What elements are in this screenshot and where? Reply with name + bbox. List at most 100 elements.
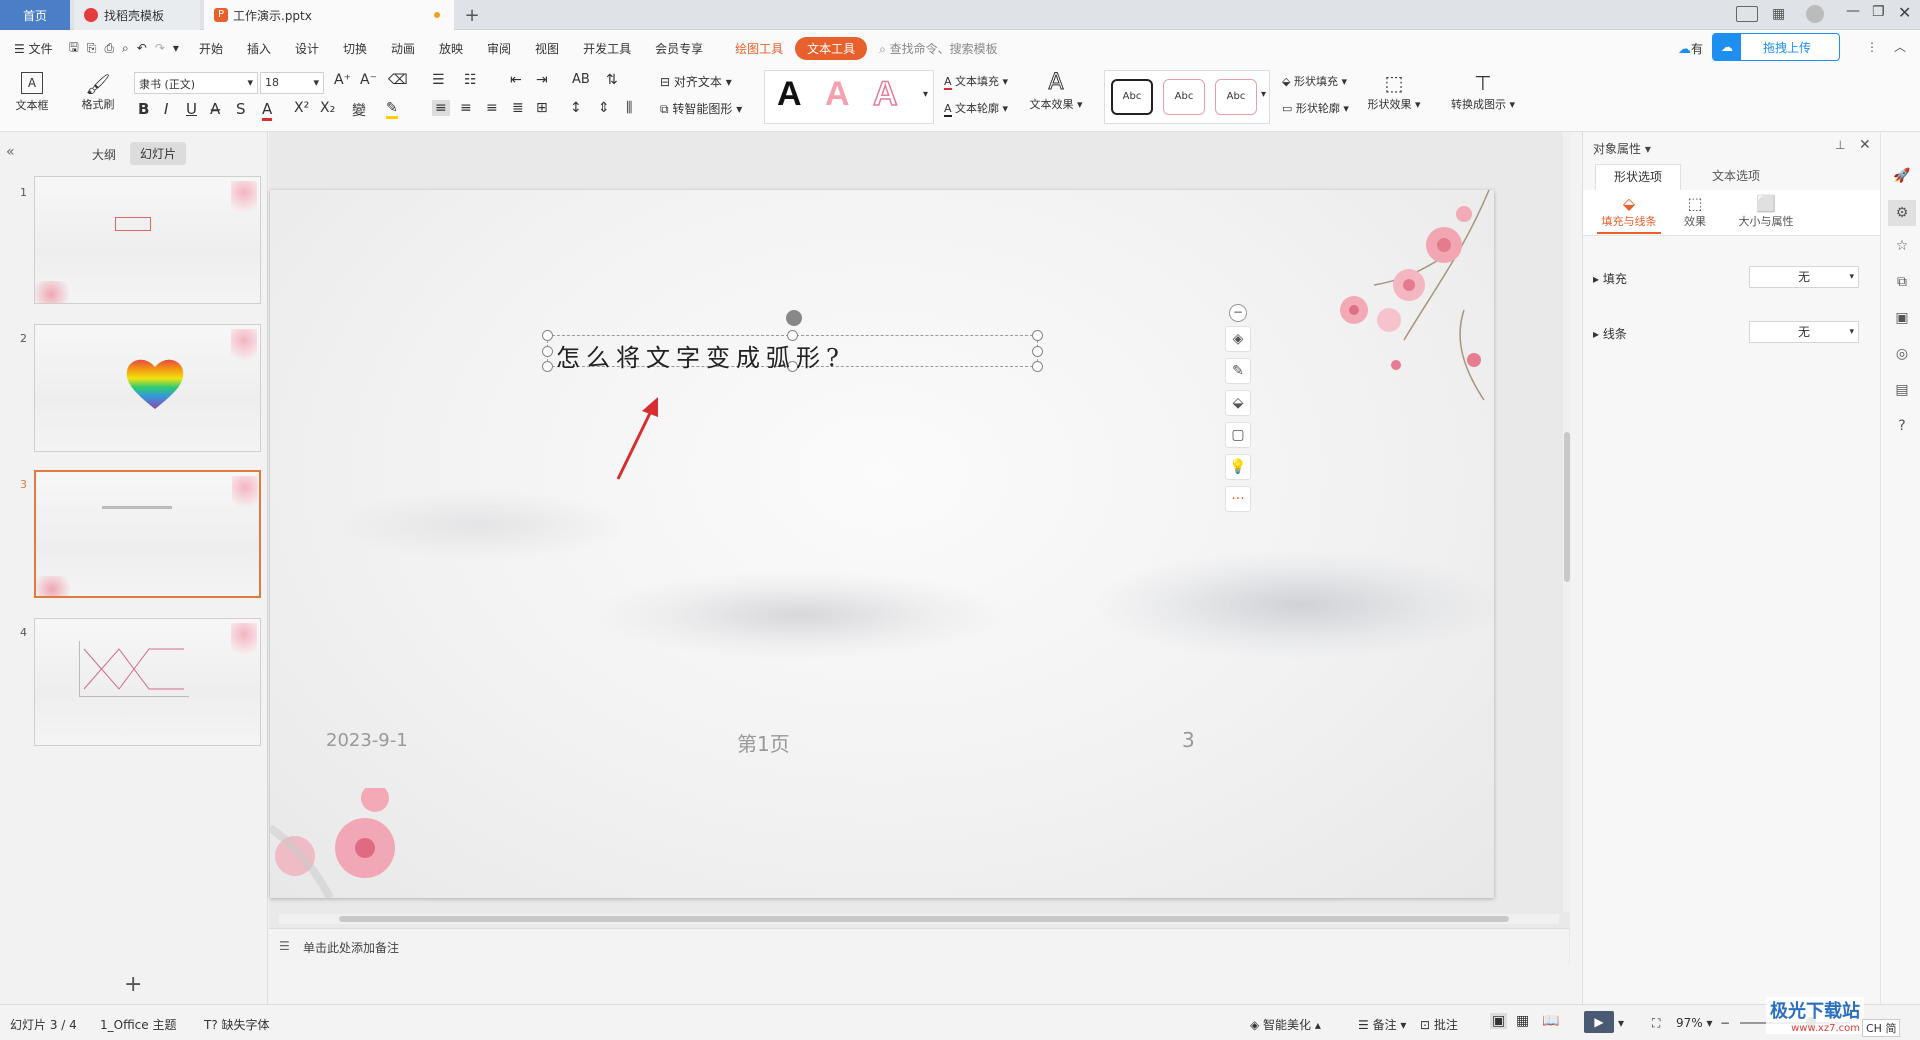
line-spacing-icon[interactable]: ↕ (570, 100, 582, 116)
smart-beautify-button[interactable]: ◈ 智能美化 ▴ (1250, 1016, 1321, 1033)
theme-name[interactable]: 1_Office 主题 (100, 1016, 176, 1033)
justify-icon[interactable]: ≣ (512, 100, 524, 116)
new-tab-button[interactable]: + (460, 0, 484, 30)
increase-indent-icon[interactable]: ⇥ (536, 72, 548, 88)
fit-window-icon[interactable]: ⛶ (1652, 1016, 1660, 1031)
fill-icon[interactable]: ⬙ (1225, 390, 1251, 416)
missing-font-button[interactable]: T? 缺失字体 (204, 1016, 270, 1033)
tab-home[interactable]: 首页 (0, 0, 70, 30)
menu-item-developer[interactable]: 开发工具 (571, 40, 643, 57)
resize-handle-mr[interactable] (1032, 346, 1043, 357)
slide-title-text[interactable]: 怎么将文字变成弧形? (556, 338, 845, 373)
close-icon[interactable]: ✕ (1898, 3, 1911, 22)
resize-handle-tl[interactable] (542, 330, 553, 341)
menu-item-member[interactable]: 会员专享 (643, 40, 715, 57)
tab-slides[interactable]: 幻灯片 (130, 142, 187, 165)
font-name-select[interactable]: 隶书 (正文) ▾ (134, 72, 258, 94)
gallery-expand-icon[interactable]: ▾ (1261, 89, 1266, 100)
slide-page-number[interactable]: 3 (1182, 728, 1195, 752)
collapse-ribbon-icon[interactable]: ︿ (1894, 38, 1906, 55)
resize-handle-ml[interactable] (542, 346, 553, 357)
bold-icon[interactable]: B (138, 100, 149, 118)
para-spacing-icon[interactable]: ⇕ (598, 100, 610, 116)
grow-font-icon[interactable]: A⁺ (334, 72, 351, 88)
sub-tab-effect[interactable]: ⬚ 效果 (1675, 194, 1715, 229)
collapse-float-icon[interactable]: − (1229, 304, 1247, 322)
font-color-icon[interactable]: A (262, 100, 273, 121)
text-outline-button[interactable]: A 文本轮廓 ▾ (944, 100, 1008, 117)
resize-handle-tr[interactable] (1032, 330, 1043, 341)
sort-icon[interactable]: ⇅ (606, 72, 618, 88)
strike-icon[interactable]: A̶ (210, 100, 220, 118)
align-right-icon[interactable]: ≡ (486, 100, 498, 116)
text-direction-icon[interactable]: AB (572, 72, 590, 87)
slide-thumbnail-3-selected[interactable] (34, 470, 261, 598)
phonetic-icon[interactable]: 變 (352, 100, 366, 120)
slide-thumbnail-2[interactable] (34, 324, 261, 452)
shape-effect-button[interactable]: ⬚ 形状效果 ▾ (1364, 70, 1424, 112)
frame-icon[interactable]: ▢ (1225, 422, 1251, 448)
sub-tab-fill-line[interactable]: ⬙ 填充与线条 (1597, 194, 1661, 234)
shape-style-1[interactable]: Abc (1111, 79, 1153, 115)
notes-bar[interactable]: ☰ 单击此处添加备注 (269, 928, 1569, 964)
quick-save-icon[interactable]: 🖫 (65, 38, 83, 59)
quick-more-icon[interactable]: ▾ (169, 41, 187, 55)
resize-handle-bl[interactable] (542, 361, 553, 372)
animation-icon[interactable]: ☆ (1893, 238, 1911, 256)
italic-icon[interactable]: I (164, 100, 168, 118)
align-left-icon[interactable]: ≡ (432, 100, 450, 116)
bullet-list-icon[interactable]: ☰ (432, 72, 445, 88)
menu-item-start[interactable]: 开始 (187, 40, 235, 57)
add-slide-button[interactable]: + (124, 972, 142, 997)
format-painter-button[interactable]: 🖌 格式刷 (78, 72, 118, 112)
redo-icon[interactable]: ↷ (151, 41, 169, 55)
image-icon[interactable]: ▣ (1893, 310, 1911, 328)
print-icon[interactable]: ⎙ (100, 41, 118, 56)
cloud-sync-icon[interactable]: ☁有 (1678, 40, 1703, 57)
menu-item-text-tools[interactable]: 文本工具 (795, 36, 868, 60)
number-list-icon[interactable]: ☷ (464, 72, 477, 88)
line-section[interactable]: ▸ 线条 (1593, 325, 1627, 342)
slide-footer-date[interactable]: 2023-9-1 (326, 730, 408, 751)
comments-toggle[interactable]: ⊡ 批注 (1420, 1016, 1458, 1033)
reading-view-icon[interactable]: 📖 (1542, 1013, 1559, 1029)
pen-icon[interactable]: ✎ (1225, 358, 1251, 384)
resize-handle-br[interactable] (1032, 361, 1043, 372)
font-size-select[interactable]: 18 ▾ (260, 72, 324, 94)
shape-fill-button[interactable]: ⬙ 形状填充 ▾ (1282, 73, 1347, 89)
text-effect-button[interactable]: A 文本效果 ▾ (1028, 70, 1084, 112)
shadow-icon[interactable]: S (236, 100, 246, 118)
underline-icon[interactable]: U (186, 100, 197, 118)
line-select[interactable]: 无 ▾ (1749, 321, 1859, 343)
wordart-pink[interactable]: A (825, 75, 850, 114)
slide-editor[interactable]: 怎么将文字变成弧形? 2023-9-1 第1页 3 (270, 190, 1494, 898)
search-command[interactable]: ⌕ 查找命令、搜索模板 (867, 40, 1010, 57)
align-text-button[interactable]: ⊟ 对齐文本 ▾ (660, 73, 732, 90)
clear-format-icon[interactable]: ⌫ (388, 72, 408, 88)
slide-thumbnail-1[interactable] (34, 176, 261, 304)
menu-item-insert[interactable]: 插入 (235, 40, 283, 57)
menu-item-slideshow[interactable]: 放映 (427, 40, 475, 57)
menu-item-view[interactable]: 视图 (523, 40, 571, 57)
rocket-icon[interactable]: 🚀 (1893, 168, 1911, 186)
wordart-black[interactable]: A (777, 75, 802, 114)
preview-icon[interactable]: ⌕ (118, 41, 133, 56)
zoom-out-icon[interactable]: − (1720, 1016, 1730, 1030)
shape-style-2[interactable]: Abc (1163, 79, 1205, 115)
sub-tab-size[interactable]: ⬜ 大小与属性 (1731, 194, 1801, 229)
slide-footer-page[interactable]: 第1页 (737, 728, 790, 757)
decrease-indent-icon[interactable]: ⇤ (510, 72, 522, 88)
tab-document[interactable]: P 工作演示.pptx (204, 0, 454, 30)
layers-icon[interactable]: ◈ (1225, 326, 1251, 352)
menu-item-design[interactable]: 设计 (283, 40, 331, 57)
subscript-icon[interactable]: X₂ (320, 100, 335, 116)
superscript-icon[interactable]: X² (294, 100, 309, 116)
gallery-expand-icon[interactable]: ▾ (923, 89, 928, 100)
avatar[interactable] (1806, 5, 1824, 23)
menu-item-transition[interactable]: 切换 (331, 40, 379, 57)
shrink-font-icon[interactable]: A⁻ (360, 72, 377, 88)
menu-item-animation[interactable]: 动画 (379, 40, 427, 57)
file-menu[interactable]: ☰ 文件 (0, 40, 65, 57)
upload-button[interactable]: ☁ 拖拽上传 (1712, 33, 1840, 61)
sorter-view-icon[interactable]: ▦ (1516, 1013, 1529, 1029)
